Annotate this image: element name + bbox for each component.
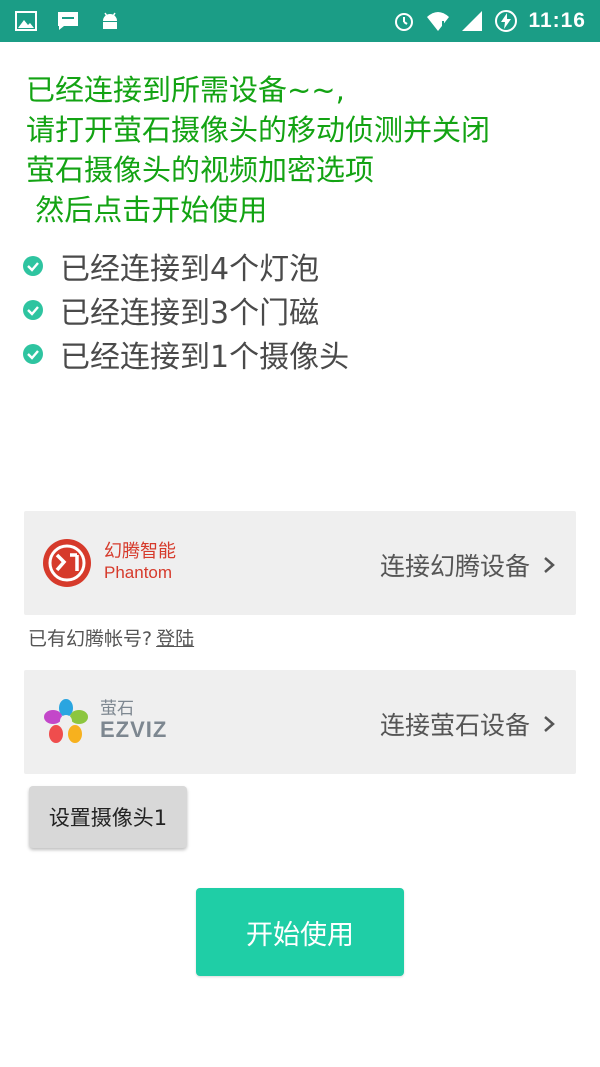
login-link[interactable]: 登陆: [156, 628, 194, 650]
checklist-text: 已经连接到4个灯泡: [60, 252, 320, 287]
phantom-logo: 幻腾智能 Phantom: [42, 538, 176, 588]
chevron-right-icon: [544, 716, 555, 732]
notification-icons: [14, 9, 122, 33]
headline-line: 然后点击开始使用: [26, 193, 268, 227]
start-button[interactable]: 开始使用: [196, 888, 404, 976]
connect-phantom-card[interactable]: 幻腾智能 Phantom 连接幻腾设备: [24, 511, 576, 615]
ezviz-logo-icon: [44, 699, 88, 743]
signal-icon: [462, 11, 483, 31]
instruction-headline: 已经连接到所需设备~~, 请打开萤石摄像头的移动侦测并关闭 萤石摄像头的视频加密…: [26, 70, 586, 230]
headline-line: 萤石摄像头的视频加密选项: [26, 153, 375, 187]
checklist-item: 已经连接到4个灯泡: [22, 244, 349, 288]
connect-phantom-action[interactable]: 连接幻腾设备: [380, 547, 556, 583]
connect-ezviz-action[interactable]: 连接萤石设备: [380, 706, 556, 742]
alarm-icon: [395, 13, 414, 31]
checklist-item: 已经连接到1个摄像头: [22, 332, 349, 376]
connect-phantom-label: 连接幻腾设备: [379, 552, 530, 581]
ezviz-logo: 萤石 EZVIZ: [42, 697, 167, 745]
phantom-logo-en: Phantom: [104, 563, 173, 582]
check-circle-icon: [23, 256, 43, 276]
status-bar: 11:16: [0, 0, 600, 42]
headline-line: 请打开萤石摄像头的移动侦测并关闭: [26, 113, 491, 147]
checklist-text: 已经连接到3个门磁: [60, 296, 320, 331]
connection-checklist: 已经连接到4个灯泡 已经连接到3个门磁 已经连接到1个摄像头: [22, 244, 349, 376]
ezviz-logo-en: EZVIZ: [100, 717, 168, 742]
ezviz-logo-cn: 萤石: [100, 699, 134, 719]
wifi-icon: [427, 12, 450, 31]
clock: 11:16: [528, 9, 586, 32]
login-prompt: 已有幻腾帐号?: [28, 628, 153, 650]
image-icon: [15, 11, 37, 31]
headline-line: 已经连接到所需设备~~,: [26, 73, 345, 107]
check-circle-icon: [23, 344, 43, 364]
message-icon: [58, 12, 78, 30]
connect-ezviz-label: 连接萤石设备: [379, 711, 530, 740]
checklist-item: 已经连接到3个门磁: [22, 288, 349, 332]
system-icons: 11:16: [392, 7, 586, 35]
phantom-logo-icon: [43, 539, 91, 587]
battery-charging-icon: [495, 10, 518, 32]
checklist-text: 已经连接到1个摄像头: [60, 340, 350, 375]
check-circle-icon: [23, 300, 43, 320]
phantom-login-line: 已有幻腾帐号? 登陆: [28, 624, 194, 651]
setup-camera-button[interactable]: 设置摄像头1: [29, 786, 187, 848]
android-icon: [103, 12, 117, 29]
chevron-right-icon: [544, 557, 555, 573]
phantom-logo-cn: 幻腾智能: [104, 541, 176, 562]
connect-ezviz-card[interactable]: 萤石 EZVIZ 连接萤石设备: [24, 670, 576, 774]
